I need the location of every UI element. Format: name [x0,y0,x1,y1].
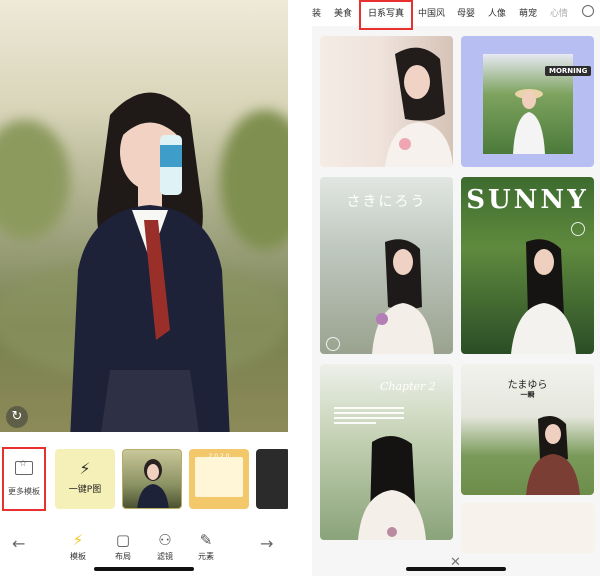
bolt-icon: ⚡ [79,459,91,478]
template-card-morning[interactable]: MORNING [461,36,594,167]
template-card-chapter2[interactable]: Chapter 2 [320,364,453,540]
layout-icon: ▢ [115,531,131,549]
card-person [526,415,580,495]
tab-category-pets[interactable]: 萌宠 [519,6,537,19]
right-phone-screen: 装 美食 日系写真 中国风 母婴 人像 萌宠 心情 MORNING さきにろう [312,0,600,576]
portrait-person [70,92,230,432]
template-dark[interactable] [256,449,288,509]
recompose-icon[interactable]: ↻ [6,406,28,428]
left-phone-screen: ↻ 更多模板 ⚡ 一键P图 2 0 2 0 ← ⚡ 模板 ▢ 布局 ⚇ 滤镜 ✎… [0,0,288,576]
template-card-partial[interactable] [461,503,594,553]
template-card-sunny[interactable]: SUNNY [461,177,594,354]
onekey-template-label: 一键P图 [68,485,102,495]
card5-text-lines [334,404,404,427]
more-templates-label: 更多模板 [8,487,40,496]
nav-layout-label: 布局 [115,552,131,561]
thumbnail-person [137,459,169,508]
nav-layout[interactable]: ▢ 布局 [103,531,143,562]
nav-sticker[interactable]: ✎ 元素 [186,531,226,562]
tab-category-0[interactable]: 装 [312,6,321,19]
template-card-girl-pink[interactable] [320,36,453,167]
template-yellow-frame[interactable]: 2 0 2 0 [189,449,249,509]
template-onekey[interactable]: ⚡ 一键P图 [55,449,115,509]
card3-title: さきにろう [346,194,427,210]
circle-ornament [571,222,585,236]
forward-arrow-icon[interactable]: → [260,534,273,553]
card4-title: SUNNY [466,185,589,215]
more-templates-button[interactable]: 更多模板 [2,447,46,511]
nav-template[interactable]: ⚡ 模板 [58,531,98,562]
nav-template-label: 模板 [70,552,86,561]
sticker-icon: ✎ [199,531,213,549]
template-card-tamayura[interactable]: たまゆら 一瞬 [461,364,594,495]
search-icon[interactable] [582,5,594,17]
card-person [511,239,576,354]
tab-category-chinese-style[interactable]: 中国风 [418,6,445,19]
nav-sticker-label: 元素 [198,552,214,561]
tab-category-food[interactable]: 美食 [334,6,352,19]
card-person [358,435,426,540]
home-indicator [94,567,194,571]
tab-category-mood[interactable]: 心情 [550,6,568,19]
card-person [372,239,434,354]
bolt-icon: ⚡ [72,531,84,549]
back-arrow-icon[interactable]: ← [12,534,25,553]
edit-photo-canvas[interactable]: ↻ [0,0,288,432]
card5-title: Chapter 2 [380,380,436,393]
selected-category-highlight [359,0,413,30]
card6-title: たまゆら [507,380,548,391]
circle-ornament [326,337,340,351]
yellow-template-inner [195,457,243,497]
template-card-sakini[interactable]: さきにろう [320,177,453,354]
folder-star-icon [15,459,33,475]
card6-subtitle: 一瞬 [520,391,535,399]
template-portrait-thumbnail[interactable] [122,449,182,509]
tab-category-portrait[interactable]: 人像 [488,6,506,19]
nav-filter[interactable]: ⚇ 滤镜 [145,531,185,562]
nav-filter-label: 滤镜 [157,552,173,561]
card-person [385,47,453,167]
tab-category-mother-baby[interactable]: 母婴 [457,6,475,19]
morning-tag: MORNING [545,66,592,76]
home-indicator [406,567,506,571]
filter-icon: ⚇ [158,531,172,549]
